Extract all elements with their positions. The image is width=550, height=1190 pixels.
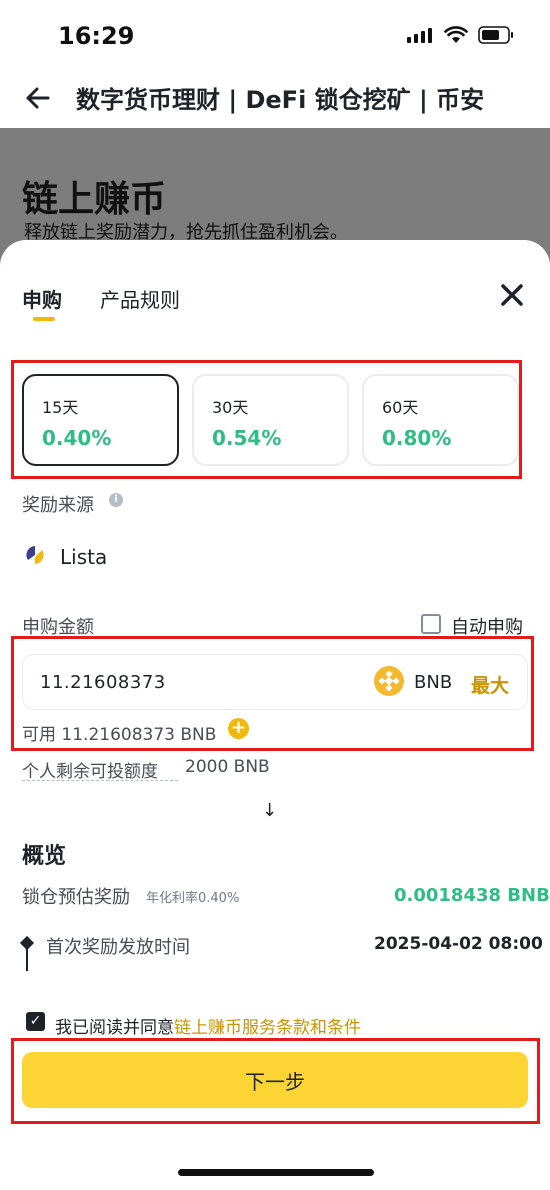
add-funds-icon[interactable]: +: [228, 718, 249, 739]
quota-label: 个人剩余可投额度: [22, 762, 158, 782]
reward-provider-name: Lista: [60, 545, 108, 569]
duration-card-15[interactable]: 15天 0.40%: [22, 374, 179, 466]
home-indicator: [178, 1169, 374, 1176]
quota-value: 2000 BNB: [185, 757, 270, 777]
tab-subscribe[interactable]: 申购: [22, 284, 62, 313]
first-reward-label: 首次奖励发放时间: [46, 937, 190, 958]
battery-icon: [478, 26, 513, 44]
quota-underline: [22, 780, 178, 781]
available-balance: 可用 11.21608373 BNB: [22, 725, 217, 745]
first-reward-time: 2025-04-02 08:00: [374, 934, 543, 954]
duration-card-30[interactable]: 30天 0.54%: [192, 374, 349, 466]
asset-label: BNB: [414, 672, 453, 693]
bnb-coin-icon: [374, 666, 404, 696]
duration-rate: 0.40%: [42, 426, 112, 450]
estimated-reward-value: 0.0018438 BNB: [394, 885, 550, 906]
reward-source-label: 奖励来源: [22, 495, 94, 516]
max-button[interactable]: 最大: [471, 671, 509, 698]
duration-days: 60天: [382, 398, 419, 417]
duration-rate: 0.54%: [212, 426, 282, 450]
info-icon[interactable]: i: [109, 493, 123, 507]
lista-logo-icon: [26, 546, 44, 564]
arrow-down-icon: ↓: [262, 800, 278, 821]
agreement-prefix: 我已阅读并同意: [55, 1018, 174, 1038]
agree-checkbox[interactable]: ✓: [26, 1012, 45, 1031]
banner-title: 链上赚币: [22, 179, 167, 220]
apr-sublabel: 年化利率0.40%: [146, 891, 240, 906]
close-icon[interactable]: [499, 282, 525, 308]
next-step-button[interactable]: 下一步: [22, 1052, 528, 1108]
wifi-icon: [444, 26, 468, 43]
estimated-reward-label: 锁仓预估奖励: [22, 887, 130, 908]
duration-card-60[interactable]: 60天 0.80%: [362, 374, 519, 466]
duration-days: 15天: [42, 398, 79, 417]
page-title: 数字货币理财 | DeFi 锁仓挖矿 | 币安: [76, 86, 485, 114]
amount-input-value[interactable]: 11.21608373: [40, 672, 166, 693]
agreement-text: 我已阅读并同意链上赚币服务条款和条件: [55, 1013, 361, 1038]
duration-rate: 0.80%: [382, 426, 452, 450]
signal-icon: [407, 28, 432, 43]
auto-subscribe-checkbox[interactable]: [421, 614, 441, 634]
terms-link[interactable]: 链上赚币服务条款和条件: [174, 1018, 361, 1038]
back-arrow-icon[interactable]: [24, 84, 52, 112]
tab-indicator: [33, 317, 55, 321]
status-icons: [406, 26, 514, 44]
duration-days: 30天: [212, 398, 249, 417]
tab-product-rules[interactable]: 产品规则: [100, 284, 180, 313]
overview-title: 概览: [22, 844, 67, 869]
status-time: 16:29: [58, 22, 135, 50]
